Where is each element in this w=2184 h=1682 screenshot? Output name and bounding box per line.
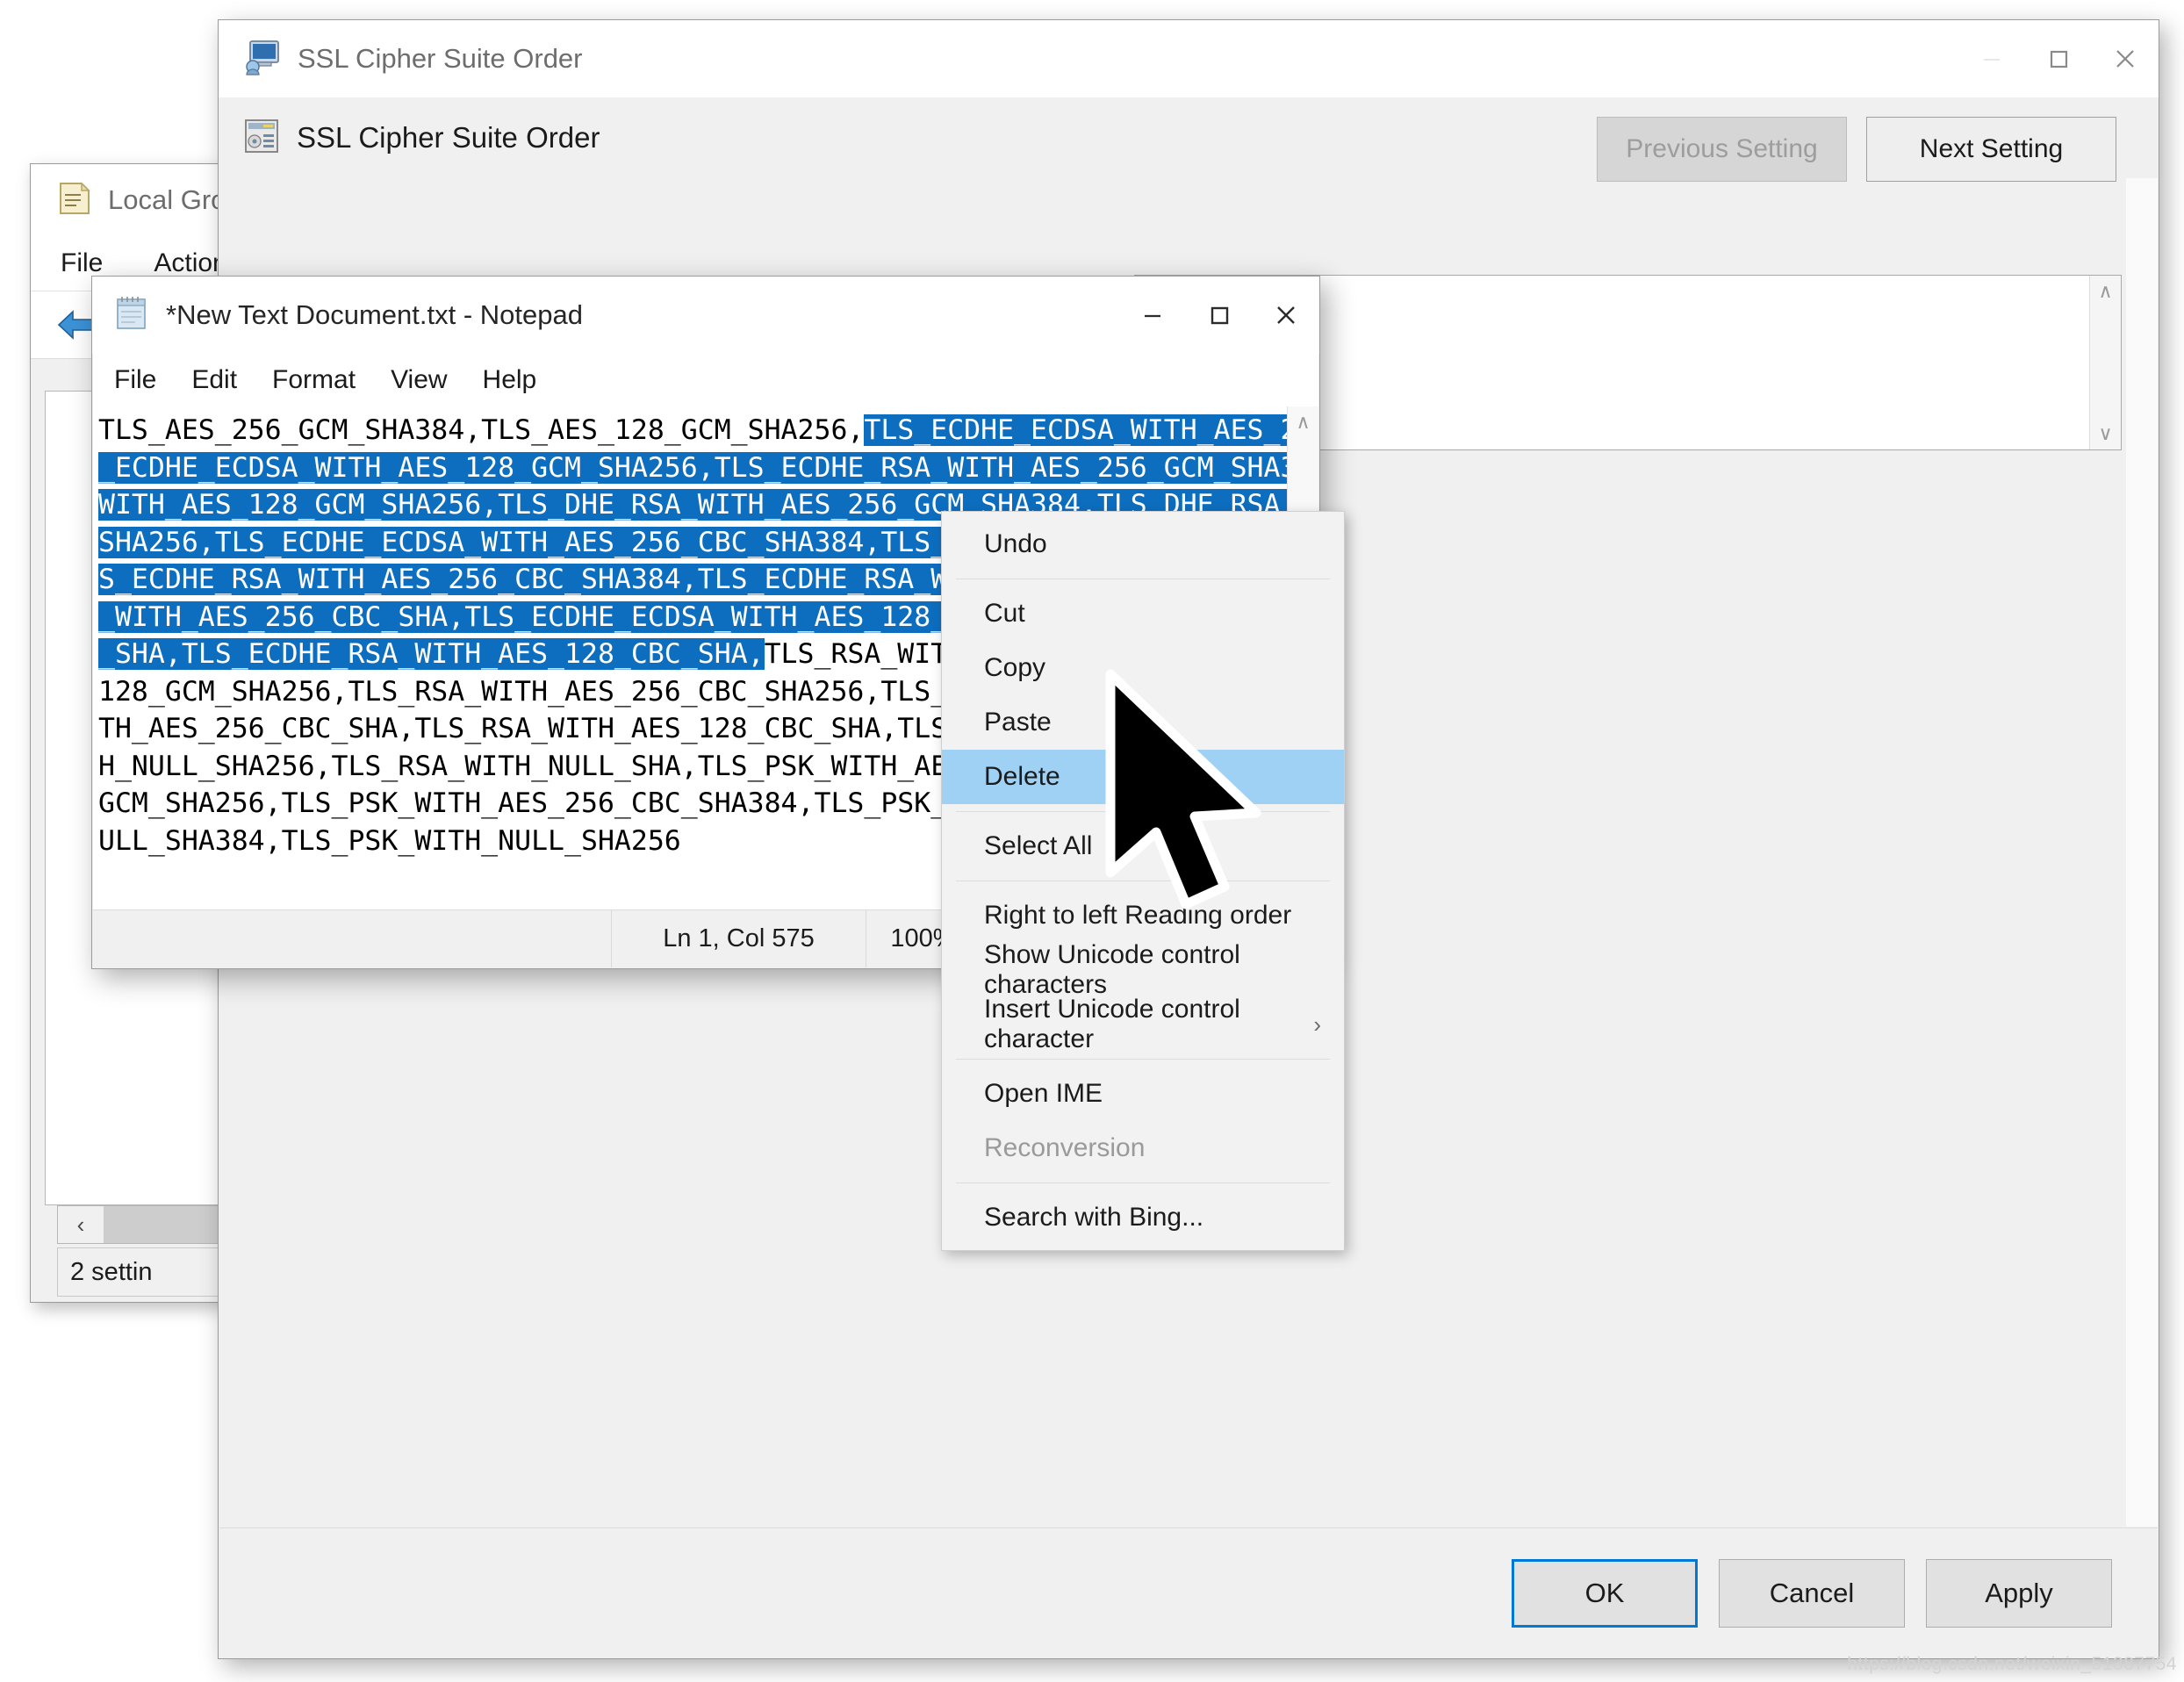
text-run: TLS_AES_256_GCM_SHA384,TLS_AES_128_GCM_S… [98,414,865,446]
notepad-menu-file[interactable]: File [114,365,156,395]
context-menu-separator [956,811,1330,812]
watermark: https://blog.csdn.net/weixin_51387754 [1847,1654,2177,1674]
policy-setting-icon [241,38,284,81]
scroll-up-arrow-icon[interactable]: ∧ [2090,276,2121,307]
context-menu-item[interactable]: Undo [942,517,1344,571]
setting-icon [242,117,281,160]
scroll-left-arrow-icon[interactable]: ‹ [58,1211,104,1239]
context-menu-item-label: Search with Bing... [984,1203,1204,1232]
maximize-icon[interactable] [1186,277,1253,354]
notepad-text-line: _ECDHE_ECDSA_WITH_AES_128_GCM_SHA256,TLS… [98,449,1287,487]
statusbar-spacer [93,910,611,967]
group-policy-icon [54,178,94,223]
gpedit-menu-action[interactable]: Action [154,248,226,278]
minimize-icon[interactable] [1958,20,2025,97]
close-icon[interactable] [1253,277,1319,354]
ssl-caption-buttons[interactable] [1958,20,2159,97]
apply-button[interactable]: Apply [1926,1558,2112,1628]
notepad-menu-edit[interactable]: Edit [191,365,237,395]
ssl-right-scroll-area[interactable] [2126,178,2158,1527]
notepad-caption-buttons[interactable] [1119,277,1319,354]
context-menu-item[interactable]: Select All [942,819,1344,873]
context-menu-item-label: Delete [984,762,1060,791]
ssl-dialog-footer[interactable]: OK Cancel Apply [219,1527,2158,1657]
previous-setting-button[interactable]: Previous Setting [1597,117,1847,182]
context-menu-item-label: Paste [984,708,1052,737]
context-menu-item-label: Select All [984,831,1093,860]
notepad-context-menu[interactable]: Undo Cut Copy Paste Delete Select All Right to… [941,511,1345,1251]
ssl-titlebar[interactable]: SSL Cipher Suite Order [219,20,2159,97]
notepad-menu-format[interactable]: Format [272,365,356,395]
context-menu-item[interactable]: Delete [942,750,1344,804]
comment-scrollbar[interactable]: ∧ ∨ [2089,276,2121,449]
ssl-window-title: SSL Cipher Suite Order [298,43,583,74]
notepad-titlebar[interactable]: *New Text Document.txt - Notepad [92,277,1319,354]
context-menu-item[interactable]: Search with Bing... [942,1190,1344,1245]
context-menu-item-label: Copy [984,653,1046,682]
context-menu-item[interactable]: Right to left Reading order [942,888,1344,943]
context-menu-item-label: Cut [984,599,1025,628]
context-menu-separator [956,1182,1330,1183]
scroll-up-arrow-icon[interactable]: ∧ [1288,406,1318,438]
minimize-icon[interactable] [1119,277,1186,354]
text-run: ULL_SHA384,TLS_PSK_WITH_NULL_SHA256 [98,824,681,857]
context-menu-item[interactable]: Cut [942,586,1344,641]
statusbar-position: Ln 1, Col 575 [611,910,866,967]
ssl-navigation-buttons[interactable]: Previous Setting Next Setting [1597,117,2116,182]
notepad-menubar[interactable]: File Edit Format View Help [93,354,1318,406]
selected-text-run: _SHA,TLS_ECDHE_RSA_WITH_AES_128_CBC_SHA, [98,638,765,670]
context-menu-item-label: Undo [984,529,1047,558]
chevron-right-icon: › [1313,1010,1321,1038]
notepad-title: *New Text Document.txt - Notepad [166,299,583,330]
selected-text-run: TLS_ECDHE_ECDSA_WITH_AES_256_GCM_SHA384,… [864,414,1287,446]
context-menu-item[interactable]: Open IME [942,1067,1344,1121]
gpedit-menu-file[interactable]: File [61,248,103,278]
maximize-icon[interactable] [2025,20,2092,97]
context-menu-item[interactable]: Copy [942,641,1344,695]
context-menu-item: Reconversion [942,1121,1344,1175]
scroll-down-arrow-icon[interactable]: ∨ [2090,418,2121,449]
context-menu-item-label: Right to left Reading order [984,901,1292,930]
notepad-menu-help[interactable]: Help [483,365,537,395]
context-menu-item-label: Open IME [984,1079,1103,1108]
cancel-button[interactable]: Cancel [1719,1558,1905,1628]
context-menu-item[interactable]: Paste [942,695,1344,750]
notepad-text-line: TLS_AES_256_GCM_SHA384,TLS_AES_128_GCM_S… [98,412,1287,449]
close-icon[interactable] [2092,20,2159,97]
context-menu-separator [956,1059,1330,1060]
context-menu-item[interactable]: Show Unicode control characters [942,940,1344,999]
notepad-icon [111,293,152,338]
ok-button[interactable]: OK [1512,1558,1698,1628]
selected-text-run: _ECDHE_ECDSA_WITH_AES_128_GCM_SHA256,TLS… [98,451,1287,484]
next-setting-button[interactable]: Next Setting [1866,117,2116,182]
context-menu-item-label: Insert Unicode control character [984,995,1240,1053]
context-menu-item-label: Reconversion [984,1133,1146,1162]
context-menu-item-label: Show Unicode control characters [984,940,1240,999]
notepad-menu-view[interactable]: View [391,365,447,395]
ssl-setting-title: SSL Cipher Suite Order [297,121,600,154]
context-menu-item[interactable]: Insert Unicode control character › [942,995,1344,1053]
